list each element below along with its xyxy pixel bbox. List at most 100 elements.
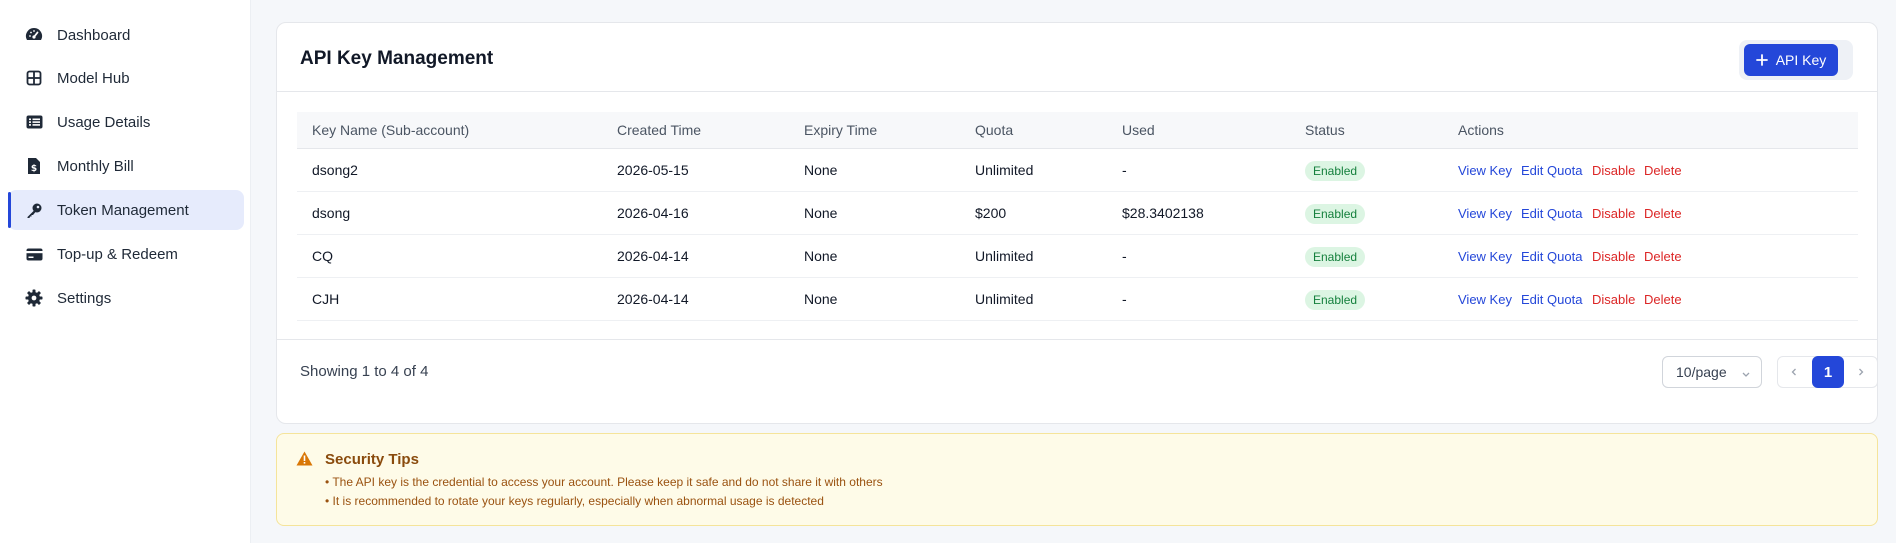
sidebar-item-label: Usage Details [57, 113, 151, 131]
sidebar-item-label: Model Hub [57, 69, 130, 87]
sidebar-item-label: Token Management [57, 201, 189, 219]
add-api-key-button[interactable]: API Key [1744, 44, 1838, 76]
add-button-wrap: API Key [1739, 40, 1853, 80]
key-name-cell: dsong [312, 205, 351, 221]
edit-quota-link[interactable]: Edit Quota [1521, 292, 1582, 307]
receipt-icon: $ [25, 157, 43, 175]
created-time-cell: 2026-04-16 [617, 205, 689, 221]
prev-page-button[interactable] [1778, 357, 1810, 387]
security-tips-panel: Security Tips • The API key is the crede… [276, 433, 1878, 526]
sidebar-item-token-management[interactable]: Token Management [8, 190, 244, 230]
page-size-select[interactable]: 10/page [1662, 356, 1762, 388]
page-size-value: 10/page [1676, 364, 1727, 380]
warning-icon [296, 451, 313, 471]
expiry-time-cell: None [804, 248, 838, 264]
status-badge: Enabled [1305, 247, 1366, 267]
page-button-current[interactable]: 1 [1812, 356, 1844, 388]
column-header-used: Used [1122, 122, 1155, 138]
svg-text:$: $ [31, 164, 37, 174]
column-header-quota: Quota [975, 122, 1014, 138]
key-name-cell: CQ [312, 248, 333, 264]
expiry-time-cell: None [804, 162, 838, 178]
created-time-cell: 2026-05-15 [617, 162, 689, 178]
sidebar: Dashboard Model Hub Usage Details $ Mont… [0, 0, 251, 543]
security-tips-title: Security Tips [325, 451, 419, 468]
column-header-status: Status [1305, 122, 1345, 138]
delete-link[interactable]: Delete [1644, 206, 1682, 221]
sidebar-item-label: Settings [57, 289, 112, 307]
disable-link[interactable]: Disable [1592, 206, 1635, 221]
security-tip-line: • It is recommended to rotate your keys … [325, 494, 824, 508]
expiry-time-cell: None [804, 205, 838, 221]
disable-link[interactable]: Disable [1592, 163, 1635, 178]
disable-link[interactable]: Disable [1592, 249, 1635, 264]
sidebar-item-label: Top-up & Redeem [57, 245, 178, 263]
pagination-summary: Showing 1 to 4 of 4 [300, 363, 429, 380]
view-key-link[interactable]: View Key [1458, 249, 1512, 264]
table-row: CQ 2026-04-14 None Unlimited - Enabled V… [297, 235, 1858, 278]
key-name-cell: CJH [312, 291, 340, 307]
table-header: Key Name (Sub-account) Created Time Expi… [297, 112, 1858, 149]
sidebar-item-monthly-bill[interactable]: $ Monthly Bill [8, 146, 244, 186]
api-key-card: API Key Management API Key Key Name (Sub… [276, 22, 1878, 424]
sidebar-item-label: Dashboard [57, 26, 131, 44]
sidebar-item-dashboard[interactable]: Dashboard [8, 15, 244, 55]
view-key-link[interactable]: View Key [1458, 292, 1512, 307]
view-key-link[interactable]: View Key [1458, 163, 1512, 178]
delete-link[interactable]: Delete [1644, 163, 1682, 178]
chevron-right-icon [1859, 368, 1864, 376]
delete-link[interactable]: Delete [1644, 249, 1682, 264]
grid-icon [25, 69, 43, 87]
edit-quota-link[interactable]: Edit Quota [1521, 163, 1582, 178]
quota-cell: Unlimited [975, 248, 1034, 264]
created-time-cell: 2026-04-14 [617, 291, 689, 307]
api-key-table: Key Name (Sub-account) Created Time Expi… [297, 112, 1858, 321]
add-api-key-label: API Key [1775, 52, 1827, 68]
pagination: 1 [1777, 356, 1878, 388]
main-content: API Key Management API Key Key Name (Sub… [252, 0, 1896, 543]
status-badge: Enabled [1305, 204, 1366, 224]
view-key-link[interactable]: View Key [1458, 206, 1512, 221]
list-icon [25, 113, 43, 131]
sidebar-item-usage-details[interactable]: Usage Details [8, 102, 244, 142]
security-tip-line: • The API key is the credential to acces… [325, 475, 883, 489]
credit-card-icon [25, 245, 43, 263]
column-header-actions: Actions [1458, 122, 1504, 138]
chevron-down-icon [1741, 366, 1751, 382]
delete-link[interactable]: Delete [1644, 292, 1682, 307]
column-header-created-time: Created Time [617, 122, 702, 138]
page-title: API Key Management [300, 48, 494, 69]
quota-cell: Unlimited [975, 162, 1034, 178]
next-page-button[interactable] [1845, 357, 1877, 387]
expiry-time-cell: None [804, 291, 838, 307]
sidebar-item-model-hub[interactable]: Model Hub [8, 58, 244, 98]
sidebar-item-settings[interactable]: Settings [8, 278, 244, 318]
disable-link[interactable]: Disable [1592, 292, 1635, 307]
chevron-left-icon [1791, 368, 1796, 376]
column-header-key-name: Key Name (Sub-account) [312, 122, 470, 138]
table-row: dsong2 2026-05-15 None Unlimited - Enabl… [297, 149, 1858, 192]
used-cell: - [1122, 291, 1127, 307]
edit-quota-link[interactable]: Edit Quota [1521, 249, 1582, 264]
status-badge: Enabled [1305, 161, 1366, 181]
key-icon [25, 201, 43, 219]
key-name-cell: dsong2 [312, 162, 358, 178]
card-divider [277, 339, 1877, 340]
quota-cell: $200 [975, 205, 1007, 221]
column-header-expiry-time: Expiry Time [804, 122, 878, 138]
created-time-cell: 2026-04-14 [617, 248, 689, 264]
gauge-icon [25, 26, 43, 44]
used-cell: - [1122, 248, 1127, 264]
sidebar-item-label: Monthly Bill [57, 157, 134, 175]
plus-icon [1755, 54, 1768, 66]
status-badge: Enabled [1305, 290, 1366, 310]
table-row: dsong 2026-04-16 None $200 $28.3402138 E… [297, 192, 1858, 235]
used-cell: - [1122, 162, 1127, 178]
table-row: CJH 2026-04-14 None Unlimited - Enabled … [297, 278, 1858, 321]
gear-icon [25, 289, 43, 307]
used-cell: $28.3402138 [1122, 205, 1204, 221]
edit-quota-link[interactable]: Edit Quota [1521, 206, 1582, 221]
card-header: API Key Management API Key [277, 23, 1877, 92]
sidebar-item-topup-redeem[interactable]: Top-up & Redeem [8, 234, 244, 274]
quota-cell: Unlimited [975, 291, 1034, 307]
